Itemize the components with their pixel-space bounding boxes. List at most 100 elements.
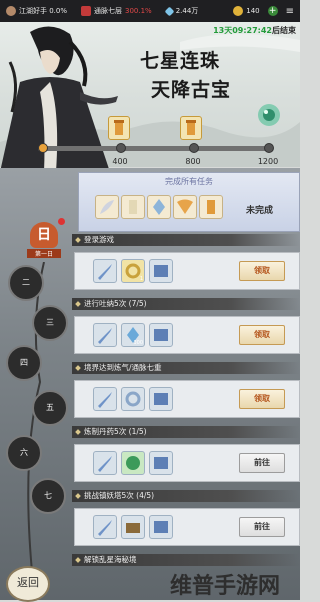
progress-node-0 xyxy=(38,143,48,153)
jade-orb-icon xyxy=(258,104,280,126)
item-quantity: 1 xyxy=(139,276,143,282)
reward-slot-5[interactable] xyxy=(199,195,223,219)
scroll-icon xyxy=(207,200,215,214)
day-tab-5[interactable]: 五 xyxy=(32,390,68,426)
task-card: 前往 xyxy=(74,444,300,482)
realm-icon xyxy=(81,6,92,16)
milestone-label-800: 800 xyxy=(185,157,201,166)
reward-slot-3[interactable] xyxy=(147,195,171,219)
summary-status: 未完成 xyxy=(245,206,273,216)
reward-item[interactable]: 300 xyxy=(121,323,145,347)
task-card: 1 领取 xyxy=(74,252,300,290)
day-6-label: 六 xyxy=(20,448,28,457)
timer-suffix: 后结束 xyxy=(272,26,296,35)
feather-icon xyxy=(100,200,114,214)
reward-item[interactable] xyxy=(93,515,117,539)
reward-item[interactable] xyxy=(121,451,145,475)
realm-percent: 300.1% xyxy=(125,7,152,15)
task-title: 进行吐纳5次 (7/5) xyxy=(72,298,300,310)
scroll-icon xyxy=(186,120,196,135)
day-tab-7[interactable]: 七 xyxy=(30,478,66,514)
scroll-icon xyxy=(114,120,124,135)
title-line1: 七星连珠 xyxy=(139,50,220,72)
rank-status: 江湖好手 0.0% xyxy=(6,6,67,16)
watermark: 维普手游网 xyxy=(170,573,281,599)
milestone-reward-800[interactable] xyxy=(180,116,202,140)
milestone-label-1200: 1200 xyxy=(257,157,279,166)
task-title: 挑战镇妖塔5次 (4/5) xyxy=(72,490,300,502)
book-icon xyxy=(154,265,168,277)
reward-item[interactable] xyxy=(93,451,117,475)
menu-icon[interactable]: ≡ xyxy=(286,6,294,17)
day-tab-1[interactable]: 日 第一日 xyxy=(27,222,61,262)
day-tab-3[interactable]: 三 xyxy=(32,305,68,341)
progress-track xyxy=(38,146,270,151)
reward-item[interactable] xyxy=(93,323,117,347)
day-1-label: 第一日 xyxy=(27,249,61,258)
claim-button[interactable]: 领取 xyxy=(239,325,285,345)
day-7-label: 七 xyxy=(44,491,52,500)
milestone-reward-400[interactable] xyxy=(108,116,130,140)
reward-item[interactable] xyxy=(121,387,145,411)
spirit-stones: 2.44万 xyxy=(164,6,198,16)
avatar-icon xyxy=(6,6,16,16)
item-quantity: 300 xyxy=(133,340,143,346)
energy: 140 xyxy=(233,6,260,16)
crystal-icon xyxy=(164,6,175,16)
day-tab-6[interactable]: 六 xyxy=(6,435,42,471)
event-timer: 13天09:27:42后结束 xyxy=(213,25,296,36)
day-4-label: 四 xyxy=(20,358,28,367)
milestone-reward-1200[interactable] xyxy=(254,100,284,130)
reward-item[interactable] xyxy=(149,515,173,539)
reward-item[interactable]: 1 xyxy=(121,259,145,283)
scroll-icon xyxy=(129,200,137,214)
day-tab-2[interactable]: 二 xyxy=(8,265,44,301)
reward-item[interactable] xyxy=(121,515,145,539)
progress-node-1200 xyxy=(264,143,274,153)
back-button[interactable]: 返回 xyxy=(6,566,50,602)
chest-icon xyxy=(126,523,140,533)
day-tab-4[interactable]: 四 xyxy=(6,345,42,381)
crystal-icon xyxy=(153,199,165,215)
sword-icon xyxy=(98,392,112,408)
sword-icon xyxy=(98,328,112,344)
reward-slot-2[interactable] xyxy=(121,195,145,219)
task-card: 领取 xyxy=(74,380,300,418)
milestone-label-400: 400 xyxy=(112,157,128,166)
go-button[interactable]: 前往 xyxy=(239,453,285,473)
claim-button[interactable]: 领取 xyxy=(239,261,285,281)
book-icon xyxy=(154,521,168,533)
rank-label: 江湖好手 0.0% xyxy=(19,7,68,15)
milestone-label-0: 0 xyxy=(39,157,45,166)
book-icon xyxy=(154,457,168,469)
reward-slot-1[interactable] xyxy=(95,195,119,219)
ring-icon xyxy=(125,391,141,407)
task-title: 解锁乱星海秘境 xyxy=(72,554,300,566)
claim-button[interactable]: 领取 xyxy=(239,389,285,409)
reward-item[interactable] xyxy=(93,387,117,411)
task-card: 前往 xyxy=(74,508,300,546)
task-title: 登录游戏 xyxy=(72,234,300,246)
add-icon[interactable]: + xyxy=(267,6,278,16)
day-3-label: 三 xyxy=(46,318,54,327)
reward-slot-4[interactable] xyxy=(173,195,197,219)
reward-item[interactable] xyxy=(149,323,173,347)
coin-icon xyxy=(233,6,244,16)
task-card: 300 领取 xyxy=(74,316,300,354)
day-1-badge: 日 xyxy=(30,222,58,248)
realm-label: 通脉七层 xyxy=(94,7,123,15)
book-icon xyxy=(154,393,168,405)
reward-item[interactable] xyxy=(149,387,173,411)
reward-item[interactable] xyxy=(149,259,173,283)
sword-icon xyxy=(98,456,112,472)
day-5-label: 五 xyxy=(46,403,54,412)
timer-value: 13天09:27:42 xyxy=(213,26,272,35)
go-button[interactable]: 前往 xyxy=(239,517,285,537)
sword-icon xyxy=(98,264,112,280)
all-tasks-summary: 完成所有任务 未完成 xyxy=(78,172,300,232)
orb-icon xyxy=(126,456,140,470)
reward-item[interactable] xyxy=(93,259,117,283)
progress-node-400 xyxy=(116,143,126,153)
fan-icon xyxy=(177,199,193,214)
reward-item[interactable] xyxy=(149,451,173,475)
